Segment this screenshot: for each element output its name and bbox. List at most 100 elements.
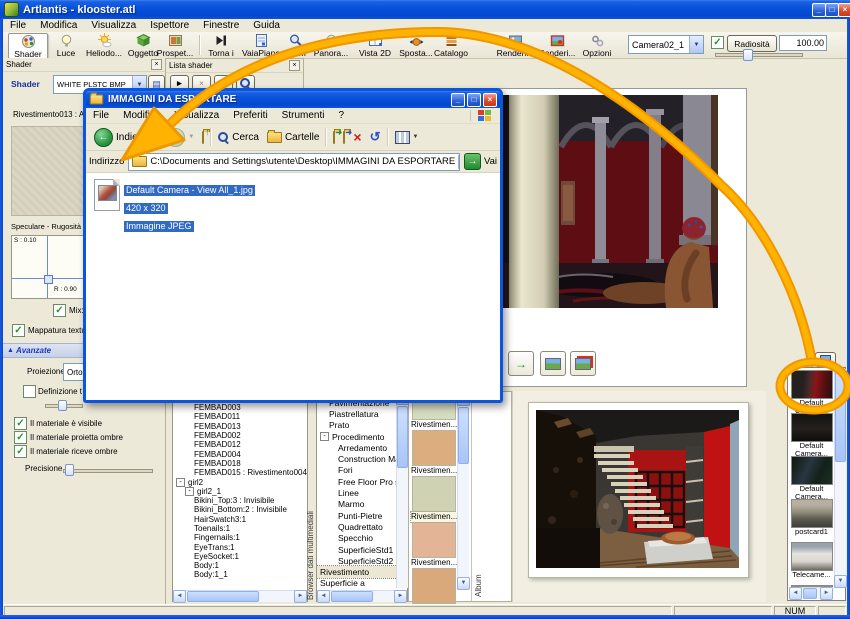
tree-item[interactable]: FEMBAD003 [173,403,307,412]
menu-modifica[interactable]: Modifica [33,20,84,31]
tree-item[interactable]: SuperficieStd2 [317,555,407,566]
tree-item[interactable]: Quadrettato [317,521,407,532]
tree-item[interactable]: Fori [317,465,407,476]
texture-mapping-checkbox[interactable]: ✓ [12,324,25,337]
radiosity-slider-track[interactable] [715,53,803,57]
texture-vscrollbar[interactable]: ▲ ▼ [457,393,469,590]
menu-guida[interactable]: Guida [246,20,287,31]
tree-expander-icon[interactable]: - [320,432,329,441]
tree-item[interactable]: FEMBAD011 [173,412,307,421]
catalog-tree-vscrollbar[interactable]: ▲ [396,392,408,588]
tree-item[interactable]: Toenails:1 [173,524,307,533]
dialog-menu-file[interactable]: File [86,110,116,121]
tree-item[interactable]: -girl2_1 [173,487,307,496]
tree-item[interactable]: Prato [317,420,407,431]
view-thumbnail[interactable] [791,542,833,571]
camera-select[interactable]: Camera02_1 ▼ [628,35,704,54]
tree-item[interactable]: Construction Mat [317,453,407,464]
scroll-thumb[interactable] [803,588,817,599]
tree-item[interactable]: Free Floor Pro sh [317,476,407,487]
tree-item[interactable]: Rivestimento [317,566,407,577]
tree-expander-icon[interactable]: - [176,478,185,487]
vista2d-tool-button[interactable]: Vista 2D [355,33,395,57]
dialog-menu-modifica[interactable]: Modifica [116,110,167,121]
continue-render-button[interactable]: → [508,351,534,376]
postcard-render-view[interactable] [536,410,739,568]
close-button[interactable]: × [838,3,850,17]
tree-item[interactable]: Body:1_1 [173,570,307,579]
tree-item[interactable]: SuperficieStd1 [317,544,407,555]
scroll-thumb[interactable] [187,591,259,602]
tree-item[interactable]: Linee [317,487,407,498]
menu-ispettore[interactable]: Ispettore [143,20,196,31]
tree-item[interactable]: FEMBAD013 [173,422,307,431]
luce-tool-button[interactable]: Luce [50,33,82,57]
catalogo-tool-button[interactable]: Catalogo [431,33,471,57]
dialog-close-button[interactable]: × [483,93,497,107]
close-panel-icon[interactable]: × [289,60,300,71]
precision-slider-track[interactable] [63,469,153,473]
radiosity-value-field[interactable]: 100.00 [779,35,827,51]
texture-swatch[interactable] [412,568,456,604]
tree-item[interactable]: Superficie a [317,578,407,589]
jpeg-file-icon[interactable] [94,179,120,211]
definition-checkbox[interactable]: ✓ [23,385,36,398]
chevron-down-icon[interactable]: ▼ [152,134,158,140]
scroll-right-icon[interactable]: ► [820,587,833,600]
album-mode-button[interactable] [815,352,836,367]
dialog-maximize-button[interactable]: □ [467,93,481,107]
tree-item[interactable]: FEMBAD012 [173,440,307,449]
scene-tree-hscrollbar[interactable]: ◄ ► [173,590,307,602]
folders-button[interactable]: Cartelle [263,132,323,143]
material-visible-checkbox[interactable]: ✓ [14,417,27,430]
panorama-tool-button[interactable]: Panora... [311,33,351,57]
texture-swatch[interactable] [412,430,456,466]
menu-file[interactable]: File [3,20,33,31]
views-hscrollbar[interactable]: ◄ ► [789,587,833,599]
close-panel-icon[interactable]: × [151,59,162,70]
rendering2-tool-button[interactable]: Renderi... [537,33,577,57]
tree-item[interactable]: Bikini_Top:3 : Invisibile [173,496,307,505]
vaiapiano-tool-button[interactable]: VaiaPiano [241,33,281,57]
tree-item[interactable]: -Procedimento [317,431,407,442]
precision-slider-thumb[interactable] [65,464,74,476]
tree-item[interactable]: Body:1 [173,561,307,570]
tree-item[interactable]: Bikini_Bottom:2 : Invisibile [173,505,307,514]
views-button[interactable]: ▼ [391,131,423,144]
view-thumbnail[interactable] [791,456,833,485]
tree-item[interactable]: FEMBAD018 [173,459,307,468]
dialog-menu-visualizza[interactable]: Visualizza [167,110,226,121]
menu-visualizza[interactable]: Visualizza [84,20,143,31]
move-to-button[interactable]: ➜ [329,132,339,143]
views-vscrollbar[interactable]: ▼ [834,369,846,588]
go-button[interactable]: → Vai [464,153,497,170]
view-thumbnail[interactable] [791,413,833,442]
tree-expander-icon[interactable]: - [185,487,194,496]
tree-item[interactable]: Specchio [317,533,407,544]
catalog-tree-hscrollbar[interactable]: ◄ ► [317,590,407,602]
texture-swatch[interactable] [412,522,456,558]
maximize-button[interactable]: □ [825,3,839,17]
address-input[interactable]: C:\Documents and Settings\utente\Desktop… [128,153,460,171]
tree-item[interactable]: FEMBAD015 : Rivestimento004 [173,468,307,477]
dialog-menu-strumenti[interactable]: Strumenti [275,110,332,121]
tree-item[interactable]: Piastrellatura [317,408,407,419]
tree-item[interactable]: Arredamento [317,442,407,453]
dialog-menu-help[interactable]: ? [331,110,351,121]
scroll-down-icon[interactable]: ▼ [457,577,470,590]
heliodon-tool-button[interactable]: Heliodo... [84,33,124,57]
view-thumbnail[interactable] [791,370,833,399]
tree-item[interactable]: Marmo [317,499,407,510]
scroll-thumb[interactable] [397,406,408,468]
file-list[interactable]: Default Camera - View All_1.jpg 420 x 32… [86,173,500,400]
chevron-down-icon[interactable]: ▼ [689,36,703,53]
opzioni-tool-button[interactable]: Opzioni [579,33,615,57]
tree-item[interactable]: HairSwatch3:1 [173,515,307,524]
pad-thumb[interactable] [44,275,53,284]
rendering-tool-button[interactable]: Renderi... [495,33,535,57]
tree-item[interactable]: -girl2 [173,477,307,486]
render-export-button[interactable] [570,351,596,376]
scroll-thumb[interactable] [331,591,373,602]
view-thumbnail[interactable] [791,499,833,528]
tree-item[interactable]: EyeTrans:1 [173,542,307,551]
